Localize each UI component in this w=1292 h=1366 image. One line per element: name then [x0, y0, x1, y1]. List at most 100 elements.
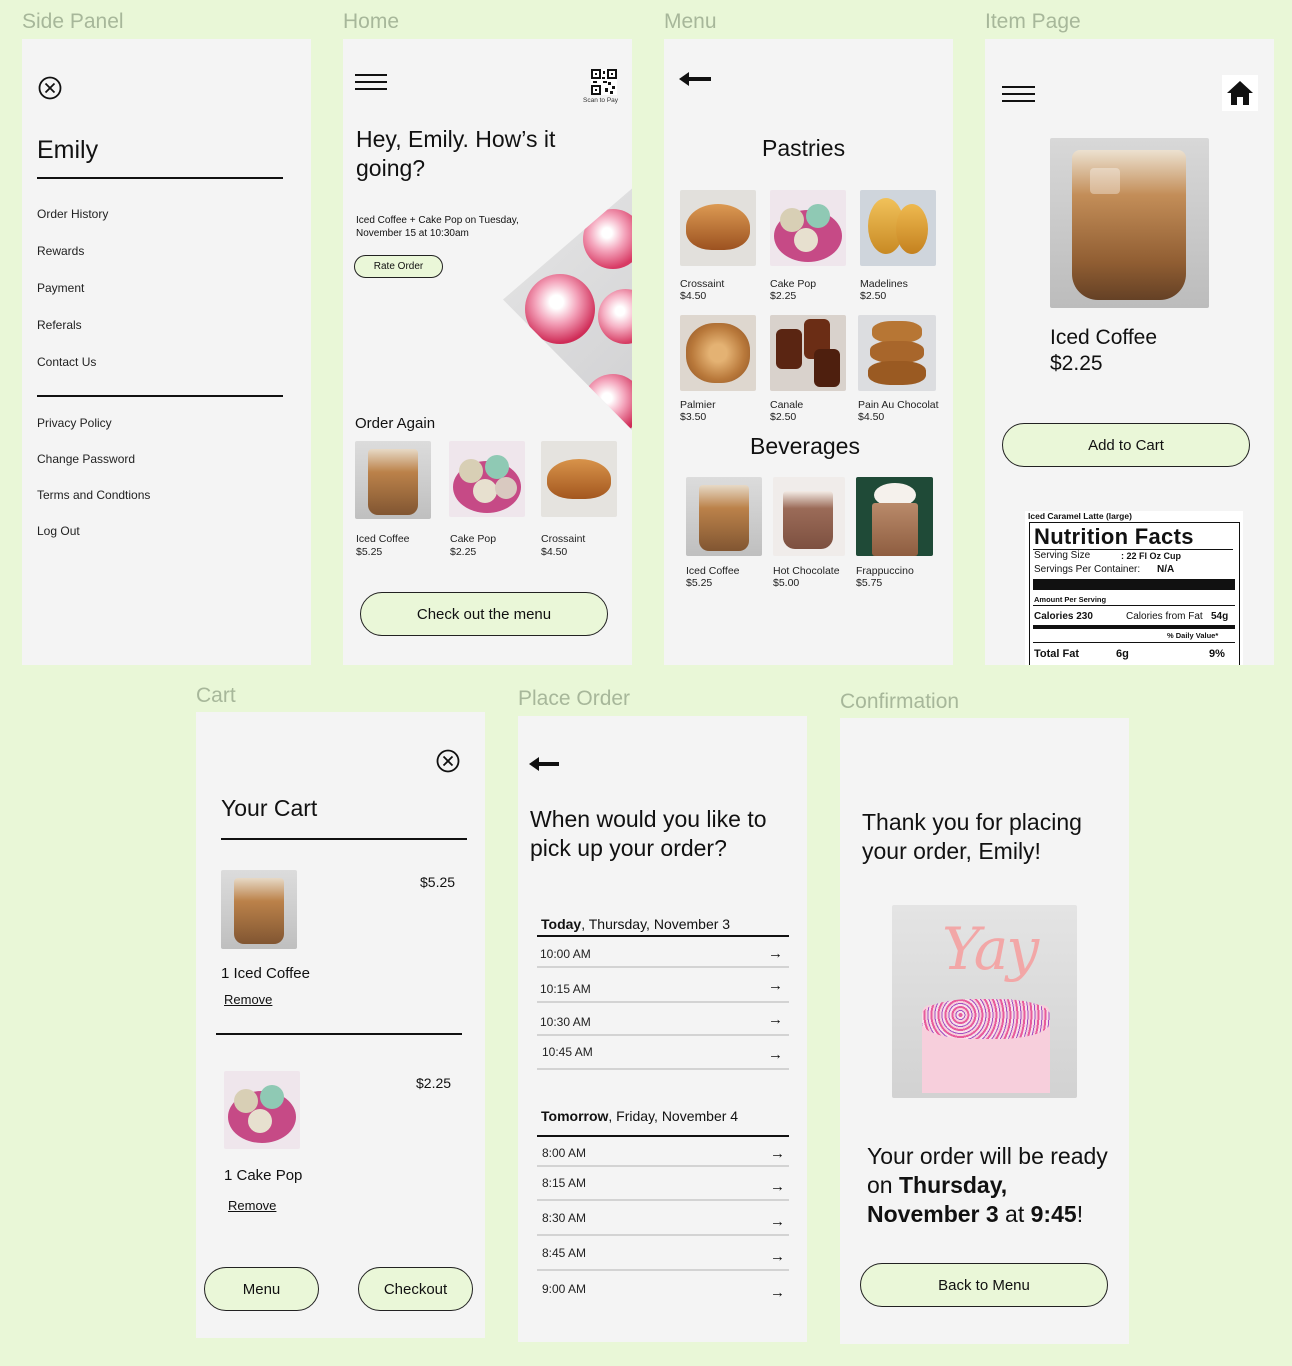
sidebar-item-rewards[interactable]: Rewards — [37, 244, 84, 258]
divider — [537, 1234, 789, 1236]
sidebar-item-terms[interactable]: Terms and Condtions — [37, 488, 150, 502]
item-price: $4.50 — [680, 290, 707, 302]
today-heading: Today, Thursday, November 3 — [541, 916, 730, 932]
divider — [537, 1034, 789, 1036]
home-button[interactable] — [1222, 75, 1258, 111]
time-slot: 10:15 AM — [540, 982, 591, 996]
menu-button[interactable]: Menu — [204, 1267, 319, 1311]
sidebar-item-order-history[interactable]: Order History — [37, 207, 108, 221]
iced-coffee-thumb[interactable] — [355, 441, 431, 519]
add-to-cart-button[interactable]: Add to Cart — [1002, 423, 1250, 467]
sidebar-item-privacy-policy[interactable]: Privacy Policy — [37, 416, 112, 430]
checkout-button[interactable]: Checkout — [358, 1267, 473, 1311]
cake-pop-thumb[interactable] — [449, 441, 525, 517]
pain-au-chocolat-thumb[interactable] — [858, 315, 936, 391]
item-price: $5.25 — [686, 577, 713, 589]
time-slot-row[interactable]: 10:45 AM → — [537, 1038, 789, 1068]
canale-thumb[interactable] — [770, 315, 846, 391]
nutrition-facts-label: Iced Caramel Latte (large) Nutrition Fac… — [1025, 511, 1243, 665]
divider — [537, 1269, 789, 1271]
sidebar-item-log-out[interactable]: Log Out — [37, 524, 80, 538]
sidebar-item-contact-us[interactable]: Contact Us — [37, 355, 96, 369]
palmier-thumb[interactable] — [680, 315, 756, 391]
time-slot-row[interactable]: 8:15 AM → — [537, 1170, 789, 1200]
calories: Calories 230 — [1034, 611, 1093, 622]
home-icon — [1227, 81, 1253, 105]
item-page-screen: Iced Coffee $2.25 Add to Cart Iced Caram… — [985, 39, 1274, 665]
yay-topper: Yay — [942, 915, 1039, 983]
frappuccino-thumb[interactable] — [856, 477, 933, 556]
check-menu-button[interactable]: Check out the menu — [360, 592, 608, 636]
time-slot-row[interactable]: 8:45 AM → — [537, 1240, 789, 1270]
divider — [37, 395, 283, 397]
cart-item-price: $5.25 — [420, 874, 456, 890]
tomorrow-date: , Friday, November 4 — [608, 1108, 739, 1124]
item-price: $2.50 — [860, 290, 887, 302]
pickup-question: When would you like to pick up your orde… — [530, 806, 767, 861]
item-name: Cake Pop — [450, 533, 497, 545]
back-arrow-icon[interactable] — [529, 757, 559, 771]
time-slot: 8:45 AM — [542, 1246, 587, 1260]
close-icon[interactable] — [436, 749, 460, 773]
divider — [221, 838, 467, 840]
greeting: Hey, Emily. How’s it going? — [356, 126, 556, 181]
today-date: , Thursday, November 3 — [581, 916, 731, 932]
time-slot: 10:00 AM — [540, 947, 591, 961]
item-price: $2.25 — [770, 290, 797, 302]
back-to-menu-button[interactable]: Back to Menu — [860, 1263, 1108, 1307]
time-slot-row[interactable]: 9:00 AM → — [537, 1276, 789, 1306]
servings-value: N/A — [1157, 564, 1175, 575]
hamburger-icon[interactable] — [1002, 85, 1035, 103]
serving-size-label: Serving Size — [1034, 550, 1091, 561]
right-arrow-icon: → — [768, 945, 783, 962]
madelines-thumb[interactable] — [860, 190, 936, 266]
time-slot-row[interactable]: 10:00 AM → — [537, 939, 789, 967]
daily-value: % Daily Value* — [1167, 631, 1219, 640]
time-slot: 10:45 AM — [542, 1045, 593, 1059]
label-confirmation: Confirmation — [840, 690, 960, 713]
back-arrow-icon[interactable] — [679, 72, 711, 86]
pastries-title: Pastries — [762, 135, 846, 161]
item-name: Frappuccino — [856, 565, 914, 577]
side-panel-screen: Emily Order History Rewards Payment Refe… — [22, 39, 311, 665]
qr-code-icon[interactable] — [591, 69, 617, 95]
time-slot-row[interactable]: 8:30 AM → — [537, 1205, 789, 1235]
croissant-thumb[interactable] — [680, 190, 756, 266]
cart-item-name: 1 Cake Pop — [224, 1167, 303, 1184]
cake-pop-thumb[interactable] — [770, 190, 846, 266]
home-screen: Scan to Pay Hey, Emily. How’s it going? … — [343, 39, 632, 665]
time-slot-row[interactable]: 10:30 AM → — [537, 1007, 789, 1035]
rate-order-button[interactable]: Rate Order — [354, 255, 443, 278]
label-cart: Cart — [196, 684, 236, 707]
croissant-thumb[interactable] — [541, 441, 617, 517]
item-name: Crossaint — [680, 278, 725, 290]
right-arrow-icon: → — [768, 1046, 783, 1063]
close-icon[interactable] — [38, 76, 62, 100]
divider — [37, 177, 283, 179]
sidebar-item-payment[interactable]: Payment — [37, 281, 84, 295]
time-slot-row[interactable]: 10:15 AM → — [537, 974, 789, 1002]
divider — [537, 1068, 789, 1070]
nutrition-title: Nutrition Facts — [1034, 524, 1194, 549]
today-bold: Today — [541, 916, 582, 932]
nutrition-product: Iced Caramel Latte (large) — [1028, 511, 1132, 521]
divider — [537, 1001, 789, 1003]
remove-link[interactable]: Remove — [224, 992, 272, 1007]
user-name: Emily — [37, 136, 99, 164]
sidebar-item-change-password[interactable]: Change Password — [37, 452, 135, 466]
sidebar-item-referals[interactable]: Referals — [37, 318, 82, 332]
remove-link[interactable]: Remove — [228, 1198, 276, 1213]
time-slot-row[interactable]: 8:00 AM → — [537, 1140, 789, 1166]
right-arrow-icon: → — [770, 1284, 785, 1301]
label-home: Home — [343, 10, 400, 33]
place-order-screen: When would you like to pick up your orde… — [518, 716, 807, 1342]
time-slot: 8:15 AM — [542, 1176, 587, 1190]
amount-per-serving: Amount Per Serving — [1034, 595, 1107, 604]
hamburger-icon[interactable] — [355, 73, 387, 91]
right-arrow-icon: → — [768, 977, 783, 994]
order-again-title: Order Again — [355, 415, 436, 432]
item-name: Iced Coffee — [1050, 326, 1158, 349]
hot-chocolate-thumb[interactable] — [773, 477, 845, 556]
cart-item-price: $2.25 — [416, 1075, 452, 1091]
iced-coffee-thumb[interactable] — [686, 477, 762, 556]
